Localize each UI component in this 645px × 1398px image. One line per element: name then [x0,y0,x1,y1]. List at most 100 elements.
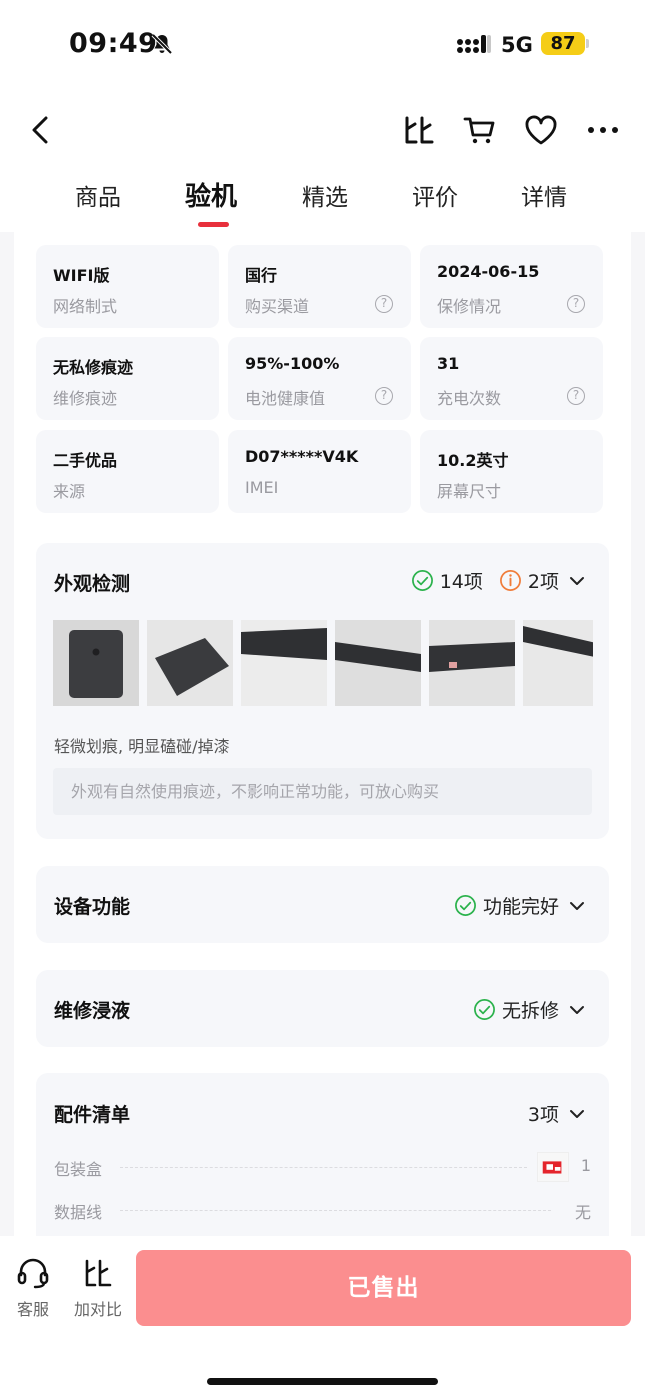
accessories-count[interactable]: 3项 [528,1100,585,1127]
tab-inspection[interactable]: 验机 [185,176,237,213]
compare-icon [85,1259,112,1287]
tab-product[interactable]: 商品 [75,178,121,212]
back-arrow-icon[interactable] [22,110,62,150]
content-area[interactable]: WIFI版 网络制式 国行 购买渠道 ? 2024-06-15 保修情况 ? 无… [0,232,645,1236]
tablet-edge-image [523,620,593,706]
appearance-section: 外观检测 14项 2项 轻微划痕, 明显磕碰/掉漆 外观有自然使用痕迹，不影响正… [36,543,609,839]
spec-value: 无私修痕迹 [53,358,134,377]
help-icon[interactable]: ? [375,295,393,313]
tab-details[interactable]: 详情 [521,178,567,212]
photo-thumbnail[interactable] [241,620,327,706]
customer-service-label: 客服 [16,1300,49,1319]
spec-cell: 无私修痕迹 维修痕迹 [36,337,219,420]
spec-cell: 二手优品 来源 [36,430,219,513]
signal-icon [457,35,491,53]
check-circle-icon [411,570,433,591]
more-icon[interactable] [583,110,623,150]
help-icon[interactable]: ? [375,387,393,405]
dotted-leader [120,1167,527,1168]
chevron-down-icon [570,576,584,585]
add-compare-label: 加对比 [73,1300,122,1319]
tablet-back-image [53,620,139,706]
repair-status[interactable]: 无拆修 [473,996,585,1023]
cart-icon[interactable] [460,110,500,150]
home-indicator [207,1378,438,1385]
bell-muted-icon [151,33,173,55]
headset-icon [17,1258,49,1289]
accessory-name: 数据线 [54,1203,103,1222]
spec-label: 购买渠道 [245,297,310,316]
spec-label: 保修情况 [437,297,502,316]
tablet-edge-image [335,620,421,706]
pass-count: 14项 [439,571,483,593]
spec-cell: 95%-100% 电池健康值 ? [228,337,411,420]
photo-thumbnail[interactable] [147,620,233,706]
warn-count: 2项 [527,571,559,593]
function-section[interactable]: 设备功能 功能完好 [36,866,609,943]
spec-cell: WIFI版 网络制式 [36,245,219,328]
function-status-label: 功能完好 [482,896,559,918]
appearance-description: 轻微划痕, 明显磕碰/掉漆 [54,737,230,756]
chevron-down-icon [570,901,584,910]
accessory-name: 包装盒 [54,1160,103,1179]
bottom-action-bar: 客服 加对比 已售出 [0,1236,645,1398]
spec-label: 来源 [53,482,86,501]
photo-thumbnail[interactable] [429,620,515,706]
warning-info-icon [499,570,521,591]
inspection-panel: WIFI版 网络制式 国行 购买渠道 ? 2024-06-15 保修情况 ? 无… [14,232,631,1236]
check-circle-icon [474,999,495,1020]
tab-reviews[interactable]: 评价 [412,178,458,212]
tablet-angle-image [147,620,233,706]
accessories-count-label: 3项 [527,1104,559,1126]
accessory-row: 数据线 无 [54,1195,591,1225]
spec-label: 屏幕尺寸 [437,482,502,501]
accessories-section: 配件清单 3项 包装盒 1 数据线 无 [36,1073,609,1236]
tab-selection[interactable]: 精选 [302,178,348,212]
function-title: 设备功能 [54,896,131,918]
check-circle-icon [455,895,476,916]
photo-thumbnail[interactable] [53,620,139,706]
help-icon[interactable]: ? [567,387,585,405]
repair-status-label: 无拆修 [501,1000,559,1022]
spec-label: 网络制式 [53,297,118,316]
accessories-title: 配件清单 [54,1104,131,1126]
spec-label: 电池健康值 [245,389,326,408]
spec-value: 95%-100% [245,354,340,373]
spec-value: 10.2英寸 [437,451,509,470]
battery-tip [586,39,589,48]
compare-icon[interactable] [398,110,438,150]
nav-bar [0,100,645,160]
photo-strip[interactable] [53,620,593,706]
appearance-note: 外观有自然使用痕迹，不影响正常功能，可放心购买 [53,768,592,815]
sold-out-button[interactable]: 已售出 [136,1250,631,1326]
spec-cell: D07*****V4K IMEI [228,430,411,513]
photo-thumbnail[interactable] [523,620,593,706]
accessory-row: 包装盒 1 [54,1152,591,1182]
tablet-edge-image [429,620,515,706]
network-label: 5G [501,33,533,57]
chevron-down-icon [570,1109,584,1118]
tablet-edge-image [241,620,327,706]
repair-section[interactable]: 维修浸液 无拆修 [36,970,609,1047]
dotted-leader [120,1210,551,1211]
status-time: 09:49 [69,28,158,59]
spec-value: D07*****V4K [245,447,359,466]
accessory-value: 无 [574,1203,591,1222]
customer-service-button[interactable]: 客服 [8,1256,58,1320]
add-compare-button[interactable]: 加对比 [73,1256,123,1320]
active-tab-indicator [198,222,229,227]
tab-bar: 商品 验机 精选 评价 详情 [0,178,645,234]
battery-indicator: 87 [541,32,585,55]
spec-value: 二手优品 [53,451,118,470]
function-status[interactable]: 功能完好 [454,892,585,919]
spec-label: 充电次数 [437,389,502,408]
spec-cell: 10.2英寸 屏幕尺寸 [420,430,603,513]
appearance-summary[interactable]: 14项 2项 [411,567,585,594]
photo-thumbnail[interactable] [335,620,421,706]
spec-cell: 国行 购买渠道 ? [228,245,411,328]
status-bar: 09:49 5G 87 [0,0,645,88]
spec-value: WIFI版 [53,266,110,285]
help-icon[interactable]: ? [567,295,585,313]
favorite-heart-icon[interactable] [521,110,561,150]
spec-cell: 2024-06-15 保修情况 ? [420,245,603,328]
